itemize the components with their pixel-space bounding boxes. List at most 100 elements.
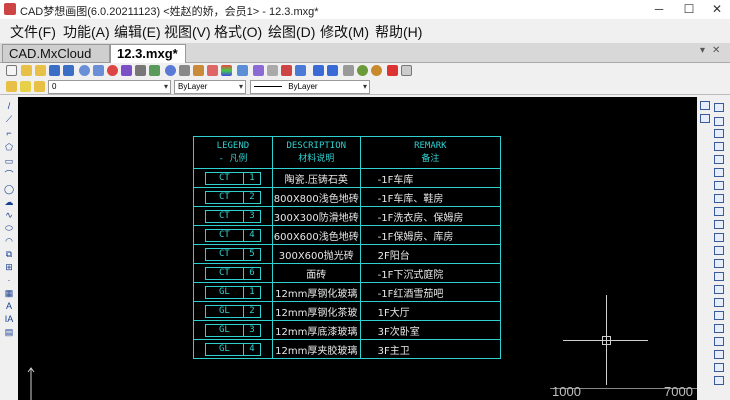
move-icon[interactable] (714, 142, 724, 151)
color-icon[interactable] (207, 65, 218, 76)
save-as-icon[interactable] (63, 65, 74, 76)
open-folder-icon[interactable] (21, 65, 32, 76)
revision-cloud-icon[interactable]: ☁ (4, 197, 14, 207)
description-cell: 面砖 (271, 263, 361, 283)
array-icon[interactable] (714, 129, 724, 138)
zoom-previous-icon[interactable] (135, 65, 146, 76)
construction-line-icon[interactable]: ⟋ (4, 114, 14, 124)
lock-icon[interactable] (343, 65, 354, 76)
description-cell: 600X600浅色地砖 (271, 225, 361, 245)
chamfer-icon[interactable] (714, 246, 724, 255)
layers-icon[interactable] (221, 65, 232, 76)
match-properties-icon[interactable] (179, 65, 190, 76)
join-icon[interactable] (714, 233, 724, 242)
close-button[interactable]: ✕ (702, 0, 730, 19)
settings-icon[interactable] (371, 65, 382, 76)
undo-icon[interactable] (313, 65, 324, 76)
zoom-window-icon[interactable] (93, 65, 104, 76)
zoom-extents-icon[interactable] (107, 65, 118, 76)
fillet-icon[interactable] (714, 259, 724, 268)
circle-icon[interactable]: ◯ (4, 184, 14, 194)
menu-view[interactable]: 视图(V) (164, 22, 211, 42)
dimension-radius-icon[interactable] (714, 350, 724, 359)
arc-icon[interactable]: ⌒ (4, 170, 14, 180)
zoom-in-icon[interactable] (149, 65, 160, 76)
redo-icon[interactable] (327, 65, 338, 76)
table-row: CT 4 600X600浅色地砖 -1F保姆房、库房 (193, 225, 502, 245)
print-icon[interactable] (295, 65, 306, 76)
ellipse-icon[interactable]: ⬭ (4, 223, 14, 233)
table-icon[interactable]: ▤ (4, 327, 14, 337)
table-row: GL 2 12mm厚钢化茶玻 1F大厅 (193, 301, 502, 321)
zoom-realtime-icon[interactable] (79, 65, 90, 76)
erase-icon[interactable] (700, 101, 710, 110)
break-icon[interactable] (714, 220, 724, 229)
zoom-out-icon[interactable] (165, 65, 176, 76)
polyline-icon[interactable]: ⌐ (4, 128, 14, 138)
pdf-icon[interactable] (387, 65, 398, 76)
new-file-icon[interactable] (6, 65, 17, 76)
layer-freeze-icon[interactable] (34, 81, 45, 92)
menu-draw[interactable]: 绘图(D) (268, 22, 315, 42)
menu-modify[interactable]: 修改(M) (320, 22, 369, 42)
explode-icon[interactable] (714, 272, 724, 281)
dimension-aligned-icon[interactable] (714, 337, 724, 346)
legend-code: CT 2 (204, 190, 261, 204)
menu-help[interactable]: 帮助(H) (375, 22, 422, 42)
distance-icon[interactable] (714, 298, 724, 307)
layer-state-icon[interactable] (20, 81, 31, 92)
hatch-icon[interactable]: ▦ (4, 288, 14, 298)
color-select[interactable]: ByLayer ▾ (174, 80, 246, 94)
dimension-linear-icon[interactable] (714, 324, 724, 333)
spline-icon[interactable]: ∿ (4, 210, 14, 220)
rectangle-icon[interactable]: ▭ (4, 156, 14, 166)
tab-dropdown-icon[interactable]: ▾ (700, 45, 705, 56)
ellipse-arc-icon[interactable]: ◠ (4, 236, 14, 246)
menu-edit[interactable]: 编辑(E) (114, 22, 161, 42)
maximize-button[interactable]: ☐ (674, 0, 704, 19)
cursor-pickbox (602, 336, 611, 345)
brush-icon[interactable] (193, 65, 204, 76)
pencil-icon[interactable] (714, 285, 724, 294)
layer-select[interactable]: 0 ▾ (48, 80, 171, 94)
menu-format[interactable]: 格式(O) (214, 22, 262, 42)
text-icon[interactable]: A (4, 301, 14, 311)
menu-file[interactable]: 文件(F) (10, 22, 56, 42)
dimension-angle-icon[interactable] (714, 376, 724, 385)
properties-icon[interactable] (237, 65, 248, 76)
open-recent-icon[interactable] (35, 65, 46, 76)
stretch-icon[interactable] (714, 181, 724, 190)
block-icon[interactable] (253, 65, 264, 76)
remark-cell: 3F次卧室 (359, 320, 502, 340)
polygon-icon[interactable]: ⬠ (4, 142, 14, 152)
rotate-icon[interactable] (714, 155, 724, 164)
text-style-icon[interactable] (267, 65, 278, 76)
extend-icon[interactable] (714, 207, 724, 216)
line-icon[interactable]: / (4, 101, 14, 111)
area-icon[interactable] (714, 311, 724, 320)
plugin-icon[interactable] (357, 65, 368, 76)
make-block-icon[interactable]: ⊞ (4, 262, 14, 272)
minimize-button[interactable]: ─ (644, 0, 674, 19)
remark-cell: -1F车库、鞋房 (359, 187, 502, 207)
export-icon[interactable] (401, 65, 412, 76)
pan-icon[interactable] (121, 65, 132, 76)
menu-function[interactable]: 功能(A) (63, 22, 110, 42)
copy-icon[interactable] (714, 103, 724, 112)
tab-12-3-mxg[interactable]: 12.3.mxg* (110, 44, 186, 63)
point-icon[interactable]: · (4, 275, 14, 285)
trim-icon[interactable] (714, 194, 724, 203)
tab-close-icon[interactable]: ✕ (712, 45, 720, 56)
linetype-select[interactable]: ByLayer ▾ (250, 80, 370, 94)
dimension-icon[interactable] (281, 65, 292, 76)
mtext-icon[interactable]: IA (4, 314, 14, 324)
save-icon[interactable] (49, 65, 60, 76)
offset-icon[interactable] (714, 117, 724, 126)
scale-icon[interactable] (714, 168, 724, 177)
layer-manager-icon[interactable] (6, 81, 17, 92)
tab-cad-mxcloud[interactable]: CAD.MxCloud (2, 44, 110, 63)
mirror-icon[interactable] (700, 114, 710, 123)
dimension-diameter-icon[interactable] (714, 363, 724, 372)
drawing-canvas[interactable]: LEGEND - 凡例 DESCRIPTION 材料说明 REMARK 备注 C… (18, 97, 697, 400)
insert-block-icon[interactable]: ⧉ (4, 249, 14, 259)
